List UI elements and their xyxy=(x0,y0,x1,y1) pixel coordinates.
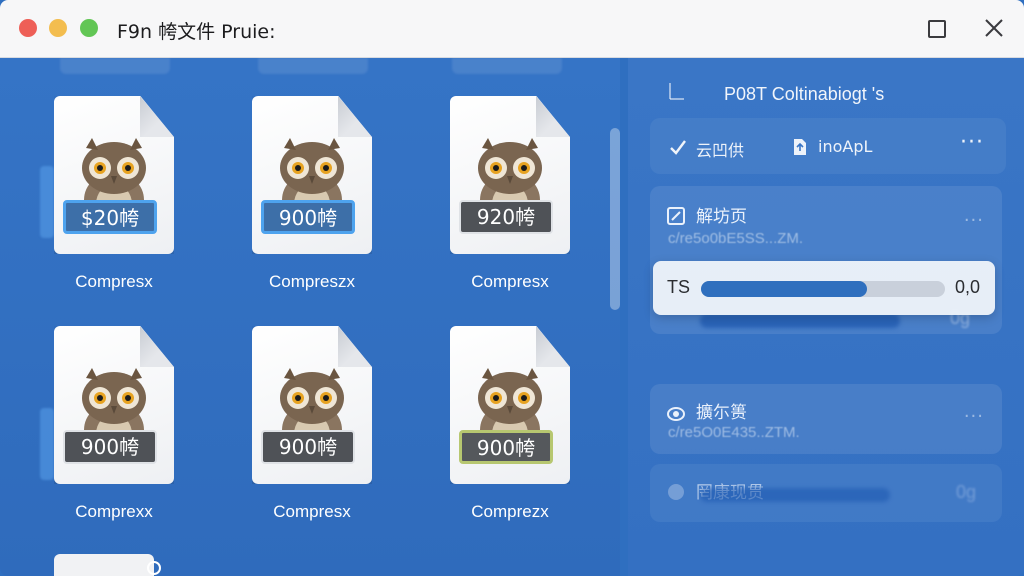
scrollbar-thumb[interactable] xyxy=(610,128,620,310)
file-name: Compresx xyxy=(75,272,153,291)
progress-value: 0,0 xyxy=(955,277,981,297)
edit-icon xyxy=(667,207,685,225)
price-tag: 920㡁 xyxy=(459,200,553,234)
window-title: F9n 㡁文件 Pruie: xyxy=(117,21,276,43)
file-item[interactable]: 900㡁 Compresx xyxy=(246,326,396,536)
file-item[interactable]: 900㡁 Compreszx xyxy=(246,96,396,306)
panel-title: P08T Coltinabiogt 's xyxy=(724,84,885,104)
upload-label: inoApL xyxy=(818,137,873,156)
info-card[interactable]: 罔康现贯 0g xyxy=(650,464,1002,522)
file-name: Compreszx xyxy=(269,272,355,291)
progress-card[interactable]: TS 0,0 xyxy=(653,261,995,315)
document-upload-icon xyxy=(794,139,806,155)
faded-value: 0g xyxy=(956,482,977,502)
file-item[interactable]: 900㡁 Comprezx xyxy=(444,326,594,536)
badge-icon xyxy=(147,561,161,575)
file-name: Compresx xyxy=(471,272,549,291)
file-name: Comprezx xyxy=(471,502,549,521)
progress-fill xyxy=(701,281,867,297)
card-title: 解坊页 xyxy=(696,207,747,227)
faded-progress xyxy=(700,488,890,502)
ghost-item xyxy=(60,58,170,74)
app-window: F9n 㡁文件 Pruie: $20㡁 Compresx 900㡁 Compre… xyxy=(0,0,1024,576)
file-item[interactable]: $20㡁 Compresx xyxy=(48,96,198,306)
info-card[interactable]: 擴尓篑 c/re5O0E435..ZTM. ··· xyxy=(650,384,1002,454)
upload-action[interactable]: inoApL xyxy=(790,137,872,156)
card-subtitle: c/re5O0E435..ZTM. xyxy=(668,424,800,441)
card-title: 擴尓篑 xyxy=(696,403,747,423)
file-item-partial[interactable] xyxy=(54,554,154,576)
eye-icon xyxy=(667,407,685,421)
progress-label: TS xyxy=(667,277,691,297)
ghost-item xyxy=(452,58,562,74)
price-tag: 900㡁 xyxy=(261,200,355,234)
close-icon[interactable] xyxy=(982,16,1006,40)
price-tag: 900㡁 xyxy=(63,430,157,464)
file-item[interactable]: 900㡁 Comprexx xyxy=(48,326,198,536)
file-name: Comprexx xyxy=(75,502,153,521)
minimize-traffic-light[interactable] xyxy=(49,19,67,37)
add-circle-icon xyxy=(668,484,684,500)
price-tag: $20㡁 xyxy=(63,200,157,234)
card-more-icon[interactable]: ··· xyxy=(964,210,984,231)
maximize-button[interactable] xyxy=(928,20,946,38)
file-grid: $20㡁 Compresx 900㡁 Compreszx 920㡁 Compre… xyxy=(0,58,620,576)
progress-track xyxy=(701,281,945,297)
file-item[interactable]: 920㡁 Compresx xyxy=(444,96,594,306)
card-more-icon[interactable]: ··· xyxy=(964,406,984,427)
title-bar: F9n 㡁文件 Pruie: xyxy=(0,0,1024,58)
zoom-traffic-light[interactable] xyxy=(80,19,98,37)
checkmark-icon xyxy=(670,140,686,155)
faded-progress xyxy=(700,314,900,328)
more-options-icon[interactable]: ··· xyxy=(960,130,984,155)
card-subtitle: c/re5o0bE5SS...ZM. xyxy=(668,230,804,247)
price-tag: 900㡁 xyxy=(261,430,355,464)
confirm-label: 云凹供 xyxy=(696,141,745,160)
ghost-item xyxy=(258,58,368,74)
panel-toolbar: 云凹供 inoApL ··· xyxy=(650,118,1006,174)
price-tag: 900㡁 xyxy=(459,430,553,464)
side-panel: P08T Coltinabiogt 's 云凹供 inoApL ··· 解坊页 … xyxy=(628,58,1024,576)
confirm-action[interactable]: 云凹供 xyxy=(668,137,744,161)
close-traffic-light[interactable] xyxy=(19,19,37,37)
back-icon[interactable] xyxy=(666,80,688,102)
file-name: Compresx xyxy=(273,502,351,521)
